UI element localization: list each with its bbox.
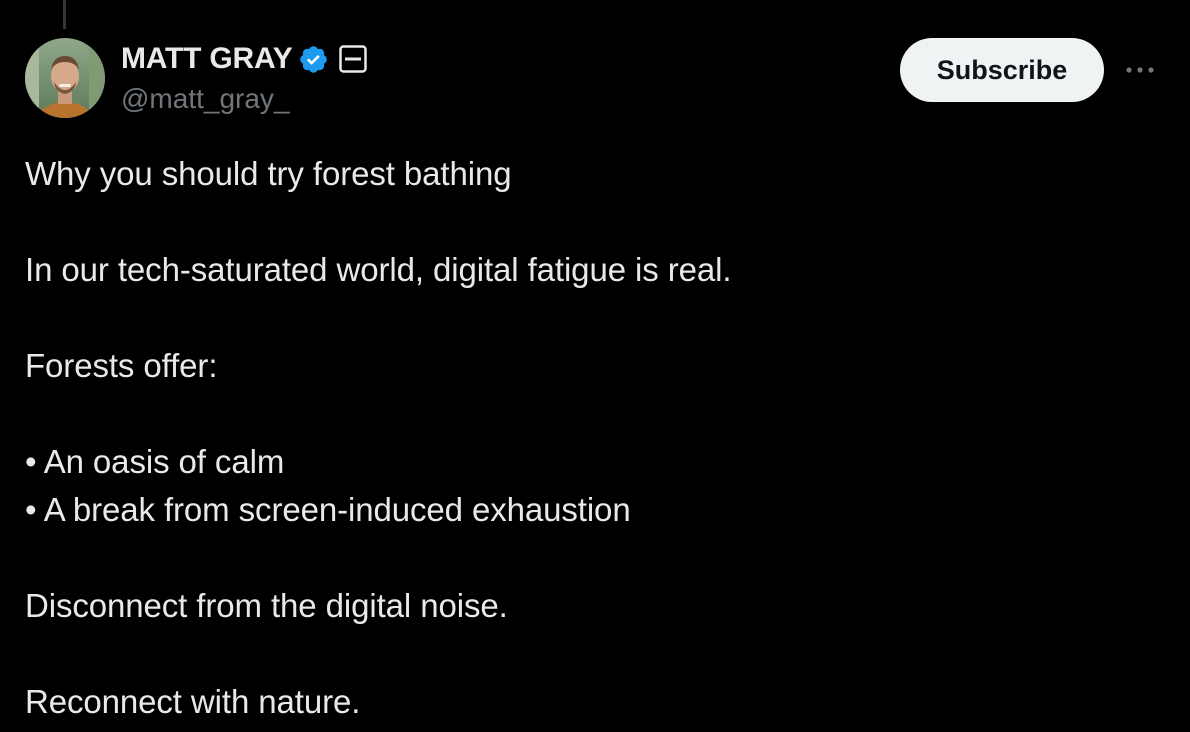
more-options-icon[interactable]	[1120, 52, 1160, 88]
thread-connector-line	[63, 0, 66, 29]
tweet-line: Disconnect from the digital noise.	[25, 587, 508, 624]
verified-badge-icon[interactable]	[298, 44, 329, 75]
author-display-name[interactable]: MATT GRAY	[121, 42, 293, 76]
tweet-bullet-line: • A break from screen-induced exhaustion	[25, 491, 631, 528]
tweet-line: Reconnect with nature.	[25, 683, 361, 720]
tweet-bullet-line: • An oasis of calm	[25, 443, 285, 480]
author-handle[interactable]: @matt_gray_	[121, 83, 290, 115]
tweet-line: In our tech-saturated world, digital fat…	[25, 251, 732, 288]
avatar[interactable]	[25, 38, 105, 118]
tweet-line: Why you should try forest bathing	[25, 155, 512, 192]
affiliate-badge-icon[interactable]	[338, 45, 367, 73]
subscribe-button[interactable]: Subscribe	[900, 38, 1104, 102]
tweet-line: Forests offer:	[25, 347, 218, 384]
avatar-photo-icon	[25, 38, 105, 118]
author-name-row: MATT GRAY	[121, 40, 367, 78]
tweet-text: Why you should try forest bathing In our…	[25, 150, 1165, 726]
